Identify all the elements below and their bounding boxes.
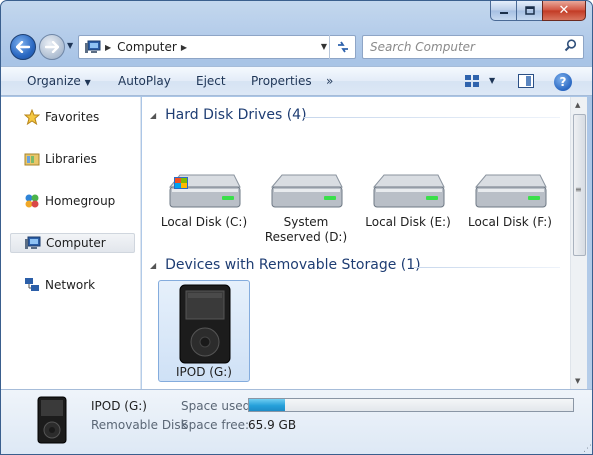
- properties-button[interactable]: Properties: [251, 74, 312, 88]
- space-used-fill: [249, 399, 285, 411]
- eject-button[interactable]: Eject: [196, 74, 226, 88]
- sidebar-item-network[interactable]: Network: [10, 275, 135, 295]
- system-drive-icon: [168, 174, 241, 208]
- address-dropdown-icon[interactable]: ▼: [321, 42, 327, 51]
- search-placeholder: Search Computer: [370, 40, 475, 54]
- sidebar-item-computer[interactable]: Computer: [10, 233, 135, 253]
- view-dropdown-icon[interactable]: ▼: [489, 76, 495, 85]
- sidebar-item-libraries[interactable]: Libraries: [10, 149, 135, 169]
- hard-drive-icon: [372, 174, 445, 208]
- space-free-value: 65.9 GB: [248, 418, 297, 432]
- space-free-label: Space free:: [181, 418, 250, 432]
- breadcrumb-separator-icon[interactable]: ▶: [105, 43, 111, 52]
- details-type: Removable Disk: [91, 418, 188, 432]
- computer-icon: [85, 40, 101, 53]
- help-icon[interactable]: ?: [554, 73, 572, 91]
- back-button[interactable]: [10, 34, 36, 60]
- back-arrow-icon: [16, 41, 30, 53]
- group-header-removable-storage[interactable]: ◢ Devices with Removable Storage (1): [150, 257, 421, 273]
- more-commands-button[interactable]: »: [326, 74, 333, 88]
- drive-item-g[interactable]: IPOD (G:): [158, 280, 250, 382]
- close-button[interactable]: ✕: [542, 1, 586, 21]
- space-used-label: Space used:: [181, 399, 255, 413]
- forward-arrow-icon: [45, 41, 59, 53]
- drive-item-c[interactable]: Local Disk (C:): [158, 171, 250, 230]
- resize-grip-icon[interactable]: ⋰: [583, 444, 592, 454]
- breadcrumb-chevron-icon[interactable]: ▶: [181, 43, 187, 52]
- sidebar-item-homegroup[interactable]: Homegroup: [10, 191, 135, 211]
- maximize-icon: [524, 6, 535, 15]
- drive-item-e[interactable]: Local Disk (E:): [362, 171, 454, 230]
- view-icon: [465, 75, 479, 87]
- search-icon[interactable]: [564, 39, 577, 56]
- maximize-button[interactable]: [516, 1, 542, 21]
- explorer-window: ✕ ▼ ▶ Computer ▶ ▼ Search Computer Organ…: [0, 0, 593, 455]
- breadcrumb-computer[interactable]: Computer: [117, 40, 177, 54]
- drive-item-f[interactable]: Local Disk (F:): [464, 171, 556, 230]
- libraries-icon: [23, 151, 41, 167]
- search-input[interactable]: Search Computer: [362, 35, 584, 59]
- file-list: ◢ Hard Disk Drives (4) Local Disk (C:) S…: [142, 97, 570, 389]
- command-bar: Organize ▼ AutoPlay Eject Properties » ▼…: [1, 66, 592, 96]
- organize-button[interactable]: Organize ▼: [27, 74, 91, 88]
- network-icon: [23, 277, 41, 293]
- scroll-up-icon[interactable]: ▲: [575, 101, 580, 109]
- star-icon: [23, 109, 41, 125]
- collapse-icon[interactable]: ◢: [150, 111, 156, 120]
- scroll-grip-icon: ≡: [575, 185, 582, 194]
- navigation-bar: ▼ ▶ Computer ▶ ▼ Search Computer: [1, 29, 592, 65]
- hard-drive-icon: [270, 174, 343, 208]
- refresh-icon: [337, 41, 348, 53]
- vertical-scrollbar[interactable]: ▲ ≡ ▼: [570, 97, 587, 389]
- refresh-button[interactable]: [329, 35, 355, 59]
- recent-pages-button[interactable]: ▼: [67, 41, 73, 50]
- group-header-hard-disk-drives[interactable]: ◢ Hard Disk Drives (4): [150, 107, 307, 123]
- change-view-button[interactable]: [464, 74, 480, 92]
- group-divider: [304, 117, 560, 118]
- details-pane: IPOD (G:) Removable Disk Space used: Spa…: [1, 389, 592, 454]
- minimize-button[interactable]: [490, 1, 516, 21]
- minimize-icon: [499, 11, 508, 14]
- hard-drive-icon: [474, 174, 547, 208]
- group-divider: [414, 267, 560, 268]
- autoplay-button[interactable]: AutoPlay: [118, 74, 171, 88]
- close-icon: ✕: [558, 3, 570, 18]
- homegroup-icon: [23, 193, 41, 209]
- details-name: IPOD (G:): [91, 399, 147, 413]
- caption-buttons: ✕: [490, 1, 586, 21]
- navigation-pane: Favorites Libraries Homegroup Computer N…: [1, 97, 141, 389]
- forward-button[interactable]: [39, 34, 65, 60]
- sidebar-item-favorites[interactable]: Favorites: [10, 107, 135, 127]
- space-used-bar: [248, 398, 574, 412]
- address-bar[interactable]: ▶ Computer ▶ ▼: [78, 35, 356, 59]
- drive-item-d[interactable]: System Reserved (D:): [260, 171, 352, 245]
- computer-icon: [24, 235, 42, 251]
- scroll-down-icon[interactable]: ▼: [575, 377, 580, 385]
- ipod-icon: [37, 396, 67, 444]
- preview-pane-icon[interactable]: [518, 74, 534, 88]
- ipod-icon: [179, 284, 231, 364]
- collapse-icon[interactable]: ◢: [150, 261, 156, 270]
